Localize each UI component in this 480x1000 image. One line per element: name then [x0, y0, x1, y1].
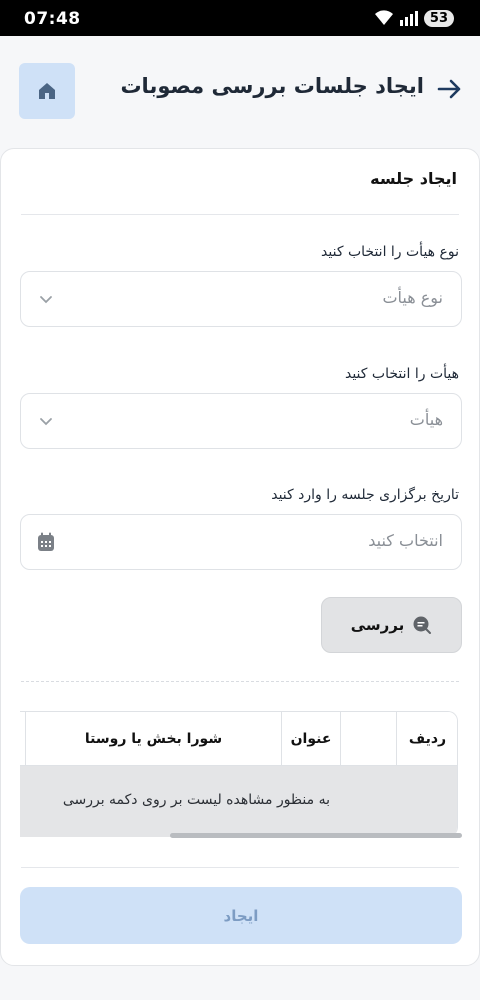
column-header-blank — [340, 712, 396, 766]
create-button[interactable]: ایجاد — [20, 887, 462, 944]
chevron-down-icon — [40, 418, 52, 426]
board-type-placeholder: نوع هیأت — [382, 288, 443, 307]
date-picker[interactable]: انتخاب کنید — [20, 514, 462, 570]
battery-badge: 53 — [423, 9, 454, 27]
card-divider — [21, 214, 459, 215]
board-type-label: نوع هیأت را انتخاب کنید — [321, 244, 459, 260]
create-session-card: ایجاد جلسه نوع هیأت را انتخاب کنید نوع ه… — [0, 148, 480, 966]
date-placeholder: انتخاب کنید — [368, 531, 443, 550]
board-label: هیأت را انتخاب کنید — [344, 366, 459, 382]
column-header-council: شورا بخش یا روستا — [25, 712, 281, 766]
board-select[interactable]: هیأت — [20, 393, 462, 449]
section-separator — [21, 681, 459, 682]
board-placeholder: هیأت — [409, 410, 443, 429]
review-button[interactable]: بررسی — [321, 597, 462, 653]
sessions-table: ردیف عنوان شورا بخش یا روستا به منظور مش… — [20, 711, 458, 837]
date-label: تاریخ برگزاری جلسه را وارد کنید — [271, 487, 459, 503]
scrollbar-thumb[interactable] — [170, 833, 462, 838]
table-header: ردیف عنوان شورا بخش یا روستا — [20, 712, 457, 766]
card-title: ایجاد جلسه — [370, 169, 457, 188]
page-title: ایجاد جلسات بررسی مصوبات — [120, 74, 424, 98]
wifi-icon — [374, 10, 393, 25]
review-button-label: بررسی — [350, 616, 405, 634]
status-bar: 07:48 53 — [0, 0, 480, 36]
status-time: 07:48 — [24, 9, 81, 29]
home-button[interactable] — [19, 63, 75, 119]
footer-divider — [21, 867, 459, 868]
calendar-icon — [38, 532, 54, 551]
app-header: ایجاد جلسات بررسی مصوبات — [0, 36, 480, 148]
home-icon — [39, 83, 55, 99]
chevron-down-icon — [40, 296, 52, 304]
column-header-row: ردیف — [396, 712, 457, 766]
column-header-title: عنوان — [281, 712, 340, 766]
create-button-label: ایجاد — [223, 906, 259, 925]
board-type-select[interactable]: نوع هیأت — [20, 271, 462, 327]
status-icons: 53 — [374, 9, 454, 27]
table-scrollbar[interactable] — [20, 833, 462, 839]
back-arrow-icon[interactable] — [436, 76, 462, 102]
search-document-icon — [413, 616, 432, 634]
empty-table-message: به منظور مشاهده لیست بر روی دکمه بررسی — [62, 792, 330, 808]
table-body: به منظور مشاهده لیست بر روی دکمه بررسی — [20, 766, 457, 837]
signal-icon — [399, 10, 418, 26]
